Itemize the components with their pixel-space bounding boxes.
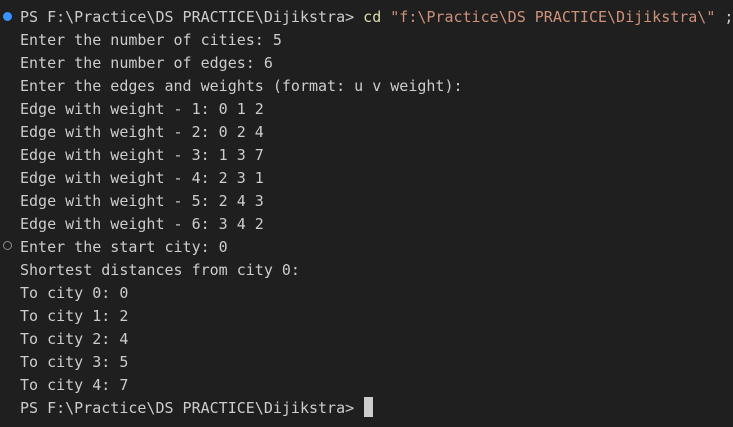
terminal-panel[interactable]: PS F:\Practice\DS PRACTICE\Dijikstra> cd…	[0, 0, 733, 427]
final-prompt: PS F:\Practice\DS PRACTICE\Dijikstra>	[20, 399, 355, 417]
output-line: To city 4: 7	[20, 376, 129, 394]
output-line: Edge with weight - 2: 0 2 4	[20, 123, 264, 141]
output-line: To city 3: 5	[20, 353, 129, 371]
command-default-decoration-icon[interactable]	[3, 241, 12, 250]
output-line: Enter the edges and weights (format: u v…	[20, 77, 463, 95]
output-line: To city 2: 4	[20, 330, 129, 348]
command-keyword: cd	[363, 8, 382, 26]
output-line: To city 0: 0	[20, 284, 129, 302]
output-line: Edge with weight - 4: 2 3 1	[20, 169, 264, 187]
output-line: Edge with weight - 1: 0 1 2	[20, 100, 264, 118]
final-prompt-line[interactable]: PS F:\Practice\DS PRACTICE\Dijikstra>	[20, 397, 374, 420]
command-line: PS F:\Practice\DS PRACTICE\Dijikstra> cd…	[20, 6, 733, 29]
command-argument: "f:\Practice\DS PRACTICE\Dijikstra\"	[390, 8, 716, 26]
output-line: Enter the start city: 0	[20, 238, 228, 256]
terminal-cursor	[364, 397, 374, 417]
command-success-decoration-icon[interactable]	[3, 12, 12, 21]
output-line: Shortest distances from city 0:	[20, 261, 300, 279]
output-line: Edge with weight - 3: 1 3 7	[20, 146, 264, 164]
command-trailing: ;	[715, 8, 733, 26]
output-line: Edge with weight - 5: 2 4 3	[20, 192, 264, 210]
output-line: Enter the number of edges: 6	[20, 54, 273, 72]
prompt: PS F:\Practice\DS PRACTICE\Dijikstra>	[20, 8, 364, 26]
output-line: Edge with weight - 6: 3 4 2	[20, 215, 264, 233]
output-line: Enter the number of cities: 5	[20, 31, 282, 49]
output-line: To city 1: 2	[20, 307, 129, 325]
